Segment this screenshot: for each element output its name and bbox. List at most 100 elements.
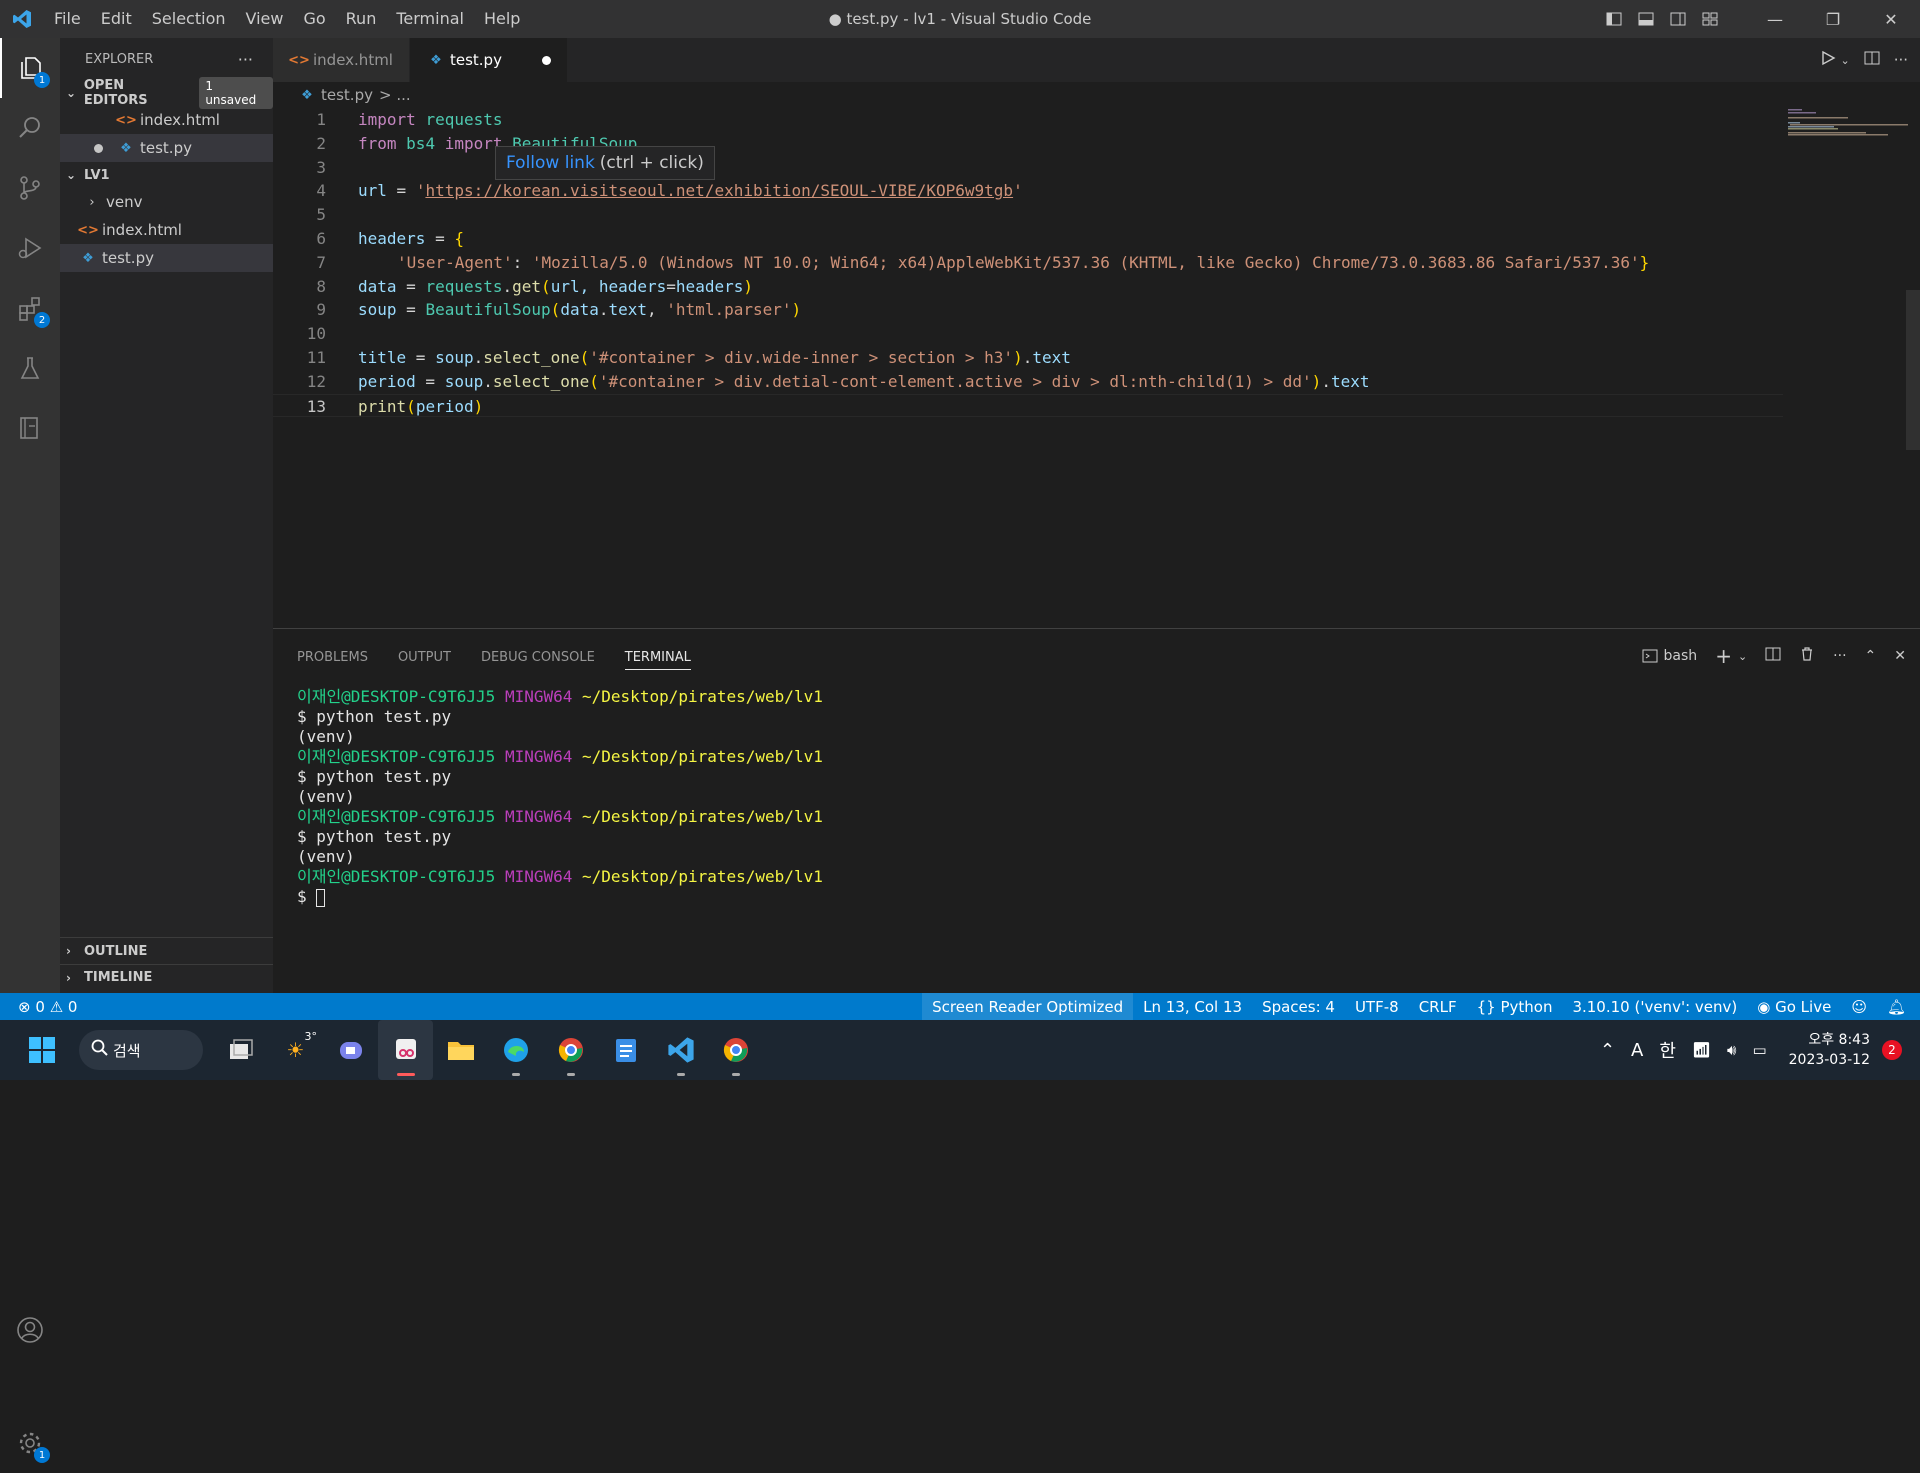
extensions-activity[interactable]: 2 (0, 278, 60, 338)
screen-reader-status[interactable]: Screen Reader Optimized (922, 993, 1134, 1020)
system-clock[interactable]: 오후 8:43 2023-03-12 (1775, 1030, 1882, 1070)
line-number: 4 (316, 181, 326, 201)
close-panel-icon[interactable]: ✕ (1894, 648, 1906, 664)
run-debug-activity[interactable] (0, 218, 60, 278)
problems-status[interactable]: ⊗ 0 ⚠ 0 (0, 993, 87, 1020)
folder-item-test-py[interactable]: ❖ test.py (60, 244, 273, 272)
new-terminal-icon[interactable]: + (1715, 644, 1732, 668)
breadcrumb-rest[interactable]: > ... (379, 86, 411, 104)
editor-more-actions-icon[interactable]: ··· (1894, 51, 1908, 69)
tab-test-py[interactable]: ❖ test.py (409, 38, 568, 82)
terminal-dropdown-icon[interactable]: ⌄ (1738, 650, 1747, 663)
html-file-icon: <> (77, 222, 99, 238)
close-window-button[interactable]: ✕ (1862, 0, 1920, 38)
toggle-panel-icon[interactable] (1630, 0, 1662, 38)
accounts-activity[interactable] (0, 1300, 60, 1360)
terminal-output[interactable]: 이재인@DESKTOP-C9T6JJ5 MINGW64 ~/Desktop/pi… (297, 687, 823, 907)
eol-status[interactable]: CRLF (1409, 993, 1467, 1020)
toggle-primary-sidebar-icon[interactable] (1598, 0, 1630, 38)
tab-index-html[interactable]: <> index.html (273, 38, 410, 82)
tab-debug-console[interactable]: DEBUG CONSOLE (481, 650, 595, 665)
snipping-tool-app[interactable] (378, 1020, 433, 1080)
weather-widget[interactable]: ☀ 3° (268, 1020, 323, 1080)
task-view-button[interactable] (213, 1020, 268, 1080)
toggle-secondary-sidebar-icon[interactable] (1662, 0, 1694, 38)
breadcrumb-file[interactable]: test.py (321, 86, 373, 104)
remote-explorer-activity[interactable] (0, 398, 60, 458)
file-explorer-app[interactable] (433, 1020, 488, 1080)
testing-activity[interactable] (0, 338, 60, 398)
chrome-profile-app[interactable] (708, 1020, 763, 1080)
open-editors-header[interactable]: ⌄ OPEN EDITORS 1 unsaved (60, 77, 274, 109)
minimize-button[interactable]: — (1746, 0, 1804, 38)
menu-edit[interactable]: Edit (91, 0, 142, 38)
run-python-icon[interactable] (1820, 50, 1836, 70)
split-editor-icon[interactable] (1864, 50, 1880, 70)
menu-help[interactable]: Help (474, 0, 530, 38)
tab-label: test.py (449, 51, 502, 69)
folder-item-index-html[interactable]: <> index.html (60, 216, 273, 244)
chat-app[interactable] (323, 1020, 378, 1080)
interpreter-status[interactable]: 3.10.10 ('venv': venv) (1562, 993, 1747, 1020)
tab-output[interactable]: OUTPUT (398, 650, 451, 665)
tab-terminal[interactable]: TERMINAL (624, 650, 691, 670)
follow-link[interactable]: Follow link (506, 153, 595, 173)
menu-go[interactable]: Go (293, 0, 335, 38)
notifications-bell-icon[interactable]: 🔔︎ (1877, 993, 1920, 1020)
indentation-status[interactable]: Spaces: 4 (1252, 993, 1345, 1020)
open-editor-index-html[interactable]: <> index.html (60, 106, 273, 134)
code-token: data (358, 276, 397, 296)
tab-problems[interactable]: PROBLEMS (297, 650, 368, 665)
run-dropdown-icon[interactable]: ⌄ (1840, 54, 1849, 67)
outline-header[interactable]: › OUTLINE (60, 938, 273, 964)
source-control-activity[interactable] (0, 158, 60, 218)
explorer-activity[interactable]: 1 (0, 38, 60, 98)
menu-terminal[interactable]: Terminal (386, 0, 474, 38)
minimap[interactable] (1788, 108, 1908, 136)
encoding-status[interactable]: UTF-8 (1345, 993, 1409, 1020)
volume-icon[interactable]: 🔊︎ (1719, 1041, 1744, 1059)
trash-icon[interactable] (1799, 646, 1815, 666)
ime-language-indicator[interactable]: 한 (1651, 1037, 1684, 1063)
menu-file[interactable]: File (44, 0, 91, 38)
more-actions-icon[interactable]: ··· (238, 50, 253, 69)
manage-activity[interactable]: 1 (0, 1413, 60, 1473)
restore-button[interactable]: ❐ (1804, 0, 1862, 38)
editor-scrollbar[interactable] (1906, 290, 1920, 450)
notification-badge[interactable]: 2 (1882, 1040, 1902, 1060)
cursor-position-status[interactable]: Ln 13, Col 13 (1133, 993, 1252, 1020)
menu-selection[interactable]: Selection (142, 0, 236, 38)
terminal-shell-selector[interactable]: bash (1642, 648, 1697, 664)
unsaved-dot-icon[interactable] (541, 55, 551, 65)
terminal-venv: (venv) (297, 727, 355, 746)
language-status[interactable]: {} Python (1467, 993, 1563, 1020)
customize-layout-icon[interactable] (1694, 0, 1726, 38)
open-editor-test-py[interactable]: ❖ test.py (60, 134, 273, 162)
battery-icon[interactable]: ▭ (1744, 1041, 1774, 1059)
feedback-icon[interactable]: ☺ (1841, 993, 1877, 1020)
folder-item-venv[interactable]: › venv (60, 188, 273, 216)
taskbar-search[interactable]: 검색 (79, 1030, 203, 1070)
edge-app[interactable] (488, 1020, 543, 1080)
timeline-header[interactable]: › TIMELINE (60, 964, 273, 990)
notepad-app[interactable] (598, 1020, 653, 1080)
maximize-panel-icon[interactable]: ⌃ (1865, 648, 1877, 664)
terminal-msys: MINGW64 (504, 747, 573, 766)
search-activity[interactable] (0, 98, 60, 158)
ime-mode-indicator[interactable]: A (1623, 1040, 1651, 1061)
menu-run[interactable]: Run (336, 0, 387, 38)
go-live-status[interactable]: ◉ Go Live (1747, 993, 1841, 1020)
chevron-down-icon: ⌄ (66, 86, 77, 100)
wifi-icon[interactable]: 📶︎ (1684, 1041, 1719, 1059)
split-terminal-icon[interactable] (1765, 646, 1781, 666)
code-editor[interactable]: 1 import requests 2 from bs4 import Beauti… (273, 108, 1920, 628)
start-button[interactable] (14, 1020, 69, 1080)
panel-more-actions-icon[interactable]: ··· (1833, 648, 1846, 664)
folder-header[interactable]: ⌄ LV1 (60, 162, 273, 188)
code-token: requests (425, 276, 503, 296)
code-link[interactable]: https://korean.visitseoul.net/exhibition… (425, 181, 1013, 200)
chrome-app[interactable] (543, 1020, 598, 1080)
vscode-app[interactable] (653, 1020, 708, 1080)
show-hidden-icons-icon[interactable]: ⌃ (1592, 1040, 1623, 1061)
menu-view[interactable]: View (236, 0, 294, 38)
